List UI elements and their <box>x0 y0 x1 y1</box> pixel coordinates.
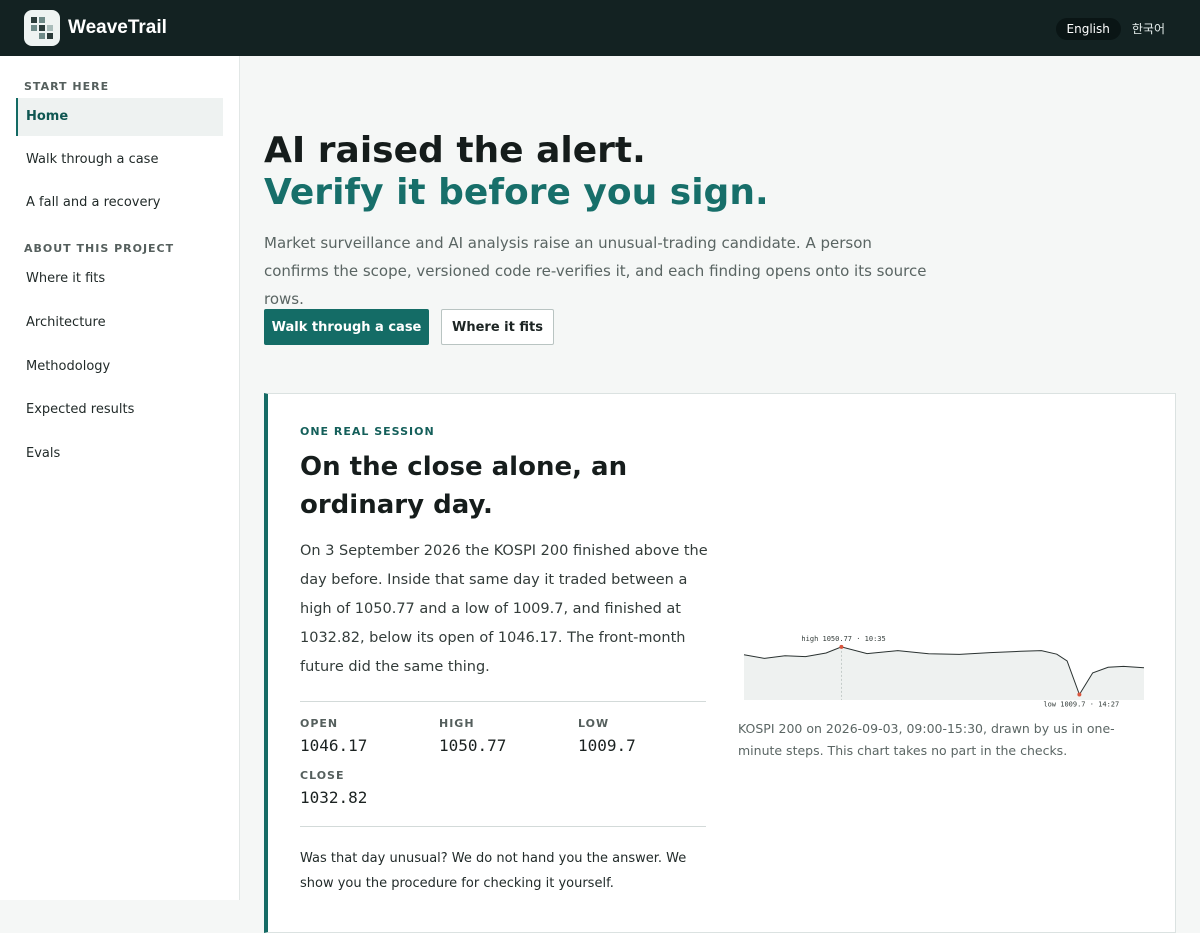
sidebar-item-a-fall-and-a-recovery[interactable]: A fall and a recovery <box>16 184 223 222</box>
hero-subtitle: Verify it before you sign. <box>264 172 769 213</box>
language-english[interactable]: English <box>1055 17 1121 40</box>
stat-low-label: LOW <box>578 717 610 730</box>
sidebar-item-home[interactable]: Home <box>16 98 223 136</box>
sidebar: START HERE Home Walk through a case A fa… <box>0 56 240 900</box>
chart-caption: KOSPI 200 on 2026-09-03, 09:00-15:30, dr… <box>738 721 1115 758</box>
sidebar-item-where-it-fits[interactable]: Where it fits <box>16 260 223 298</box>
sidebar-item-architecture[interactable]: Architecture <box>16 304 223 342</box>
sidebar-section-about: ABOUT THIS PROJECT <box>24 242 175 255</box>
stat-open-label: OPEN <box>300 717 339 730</box>
sidebar-item-evals[interactable]: Evals <box>16 435 223 473</box>
session-kicker: ONE REAL SESSION <box>300 425 435 438</box>
stat-close: CLOSE 1032.82 <box>300 769 367 807</box>
main-content: AI raised the alert. Verify it before yo… <box>240 56 1200 933</box>
where-it-fits-button[interactable]: Where it fits <box>441 309 554 345</box>
stat-close-label: CLOSE <box>300 769 345 782</box>
hero-title: AI raised the alert. <box>264 130 646 171</box>
weavetrail-logo[interactable] <box>24 10 60 46</box>
sidebar-section-start-here: START HERE <box>24 80 110 93</box>
stats-divider-bottom <box>300 826 706 827</box>
walk-through-case-button[interactable]: Walk through a case <box>264 309 429 345</box>
stat-high: HIGH 1050.77 <box>439 717 506 755</box>
session-body: On 3 September 2026 the KOSPI 200 finish… <box>300 543 708 675</box>
chart-low-label: low 1009.7 · 14:27 <box>1043 701 1119 709</box>
stats-divider-top <box>300 701 706 702</box>
stat-open: OPEN 1046.17 <box>300 717 367 755</box>
chart-low-marker <box>1077 692 1082 697</box>
chart-high-label: high 1050.77 · 10:35 <box>801 635 885 643</box>
stat-high-value: 1050.77 <box>439 736 507 755</box>
session-title: On the close alone, an ordinary day. <box>300 452 628 520</box>
sidebar-item-expected-results[interactable]: Expected results <box>16 391 223 429</box>
chart-high-marker <box>839 644 844 649</box>
sidebar-item-walk-through-a-case[interactable]: Walk through a case <box>16 141 223 179</box>
sidebar-item-methodology[interactable]: Methodology <box>16 348 223 386</box>
stat-low-value: 1009.7 <box>578 736 636 755</box>
stat-high-label: HIGH <box>439 717 475 730</box>
brand-name[interactable]: WeaveTrail <box>68 17 167 39</box>
session-question: Was that day unusual? We do not hand you… <box>300 851 687 891</box>
language-korean[interactable]: 한국어 <box>1121 16 1176 41</box>
stat-low: LOW 1009.7 <box>578 717 636 755</box>
stat-open-value: 1046.17 <box>300 736 368 755</box>
session-card: ONE REAL SESSION On the close alone, an … <box>264 393 1176 933</box>
stat-close-value: 1032.82 <box>300 788 368 807</box>
language-switch: English 한국어 <box>1055 16 1176 41</box>
chart-area-fill <box>744 646 1144 700</box>
kospi-intraday-chart: high 1050.77 · 10:35 low 1009.7 · 14:27 <box>743 635 1145 709</box>
hero-lead: Market surveillance and AI analysis rais… <box>264 234 927 308</box>
top-bar: WeaveTrail English 한국어 <box>0 0 1200 56</box>
